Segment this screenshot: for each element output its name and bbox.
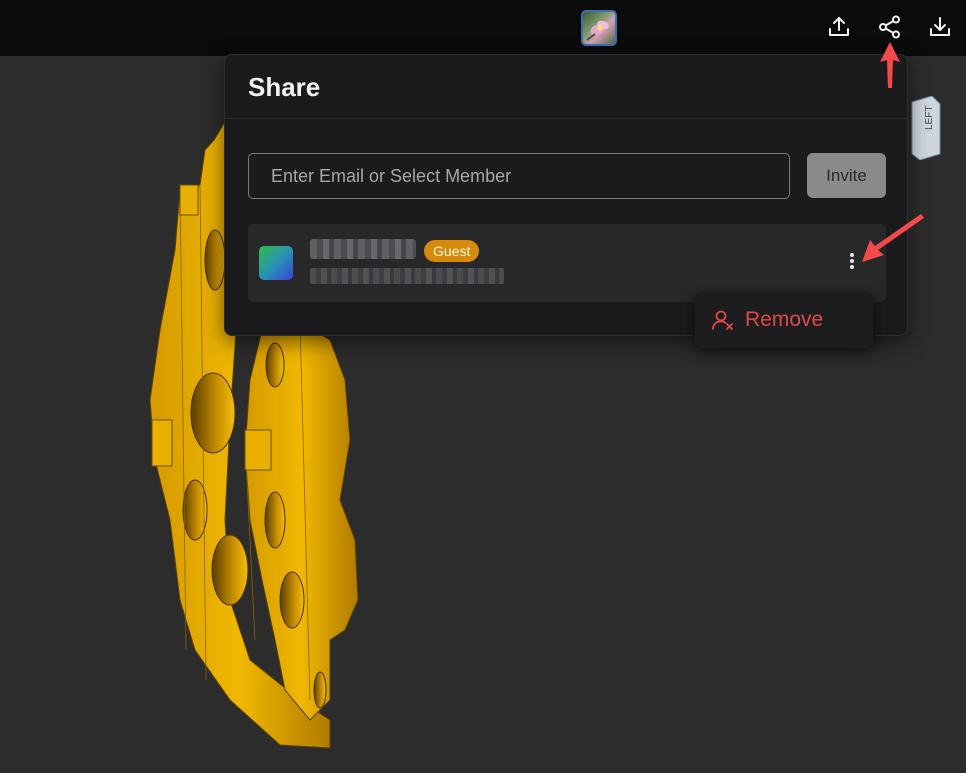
share-dialog-title: Share (248, 72, 321, 102)
flower-image-icon (586, 20, 609, 41)
email-member-input[interactable] (248, 153, 790, 199)
member-more-options-icon[interactable] (844, 251, 860, 277)
role-badge-guest: Guest (424, 240, 480, 262)
member-email: •••••••••••••••••••• (310, 268, 504, 284)
model-thumbnail-avatar[interactable] (581, 10, 617, 46)
upload-icon[interactable] (826, 14, 852, 40)
member-context-menu: Remove (695, 292, 873, 348)
top-toolbar (0, 0, 966, 56)
view-cube-label: LEFT (924, 106, 935, 130)
view-cube[interactable]: LEFT (906, 95, 966, 161)
remove-menu-label: Remove (745, 308, 824, 331)
invite-button[interactable]: Invite (807, 153, 886, 198)
divider (225, 118, 907, 119)
member-list-item: •••••••••• Guest •••••••••••••••••••• (248, 224, 886, 302)
download-icon[interactable] (927, 14, 953, 40)
remove-member-menu-item[interactable]: Remove (695, 292, 873, 348)
share-icon[interactable] (877, 14, 903, 40)
member-name: •••••••••• (310, 239, 416, 259)
remove-user-icon (711, 308, 735, 332)
member-avatar (259, 246, 293, 280)
